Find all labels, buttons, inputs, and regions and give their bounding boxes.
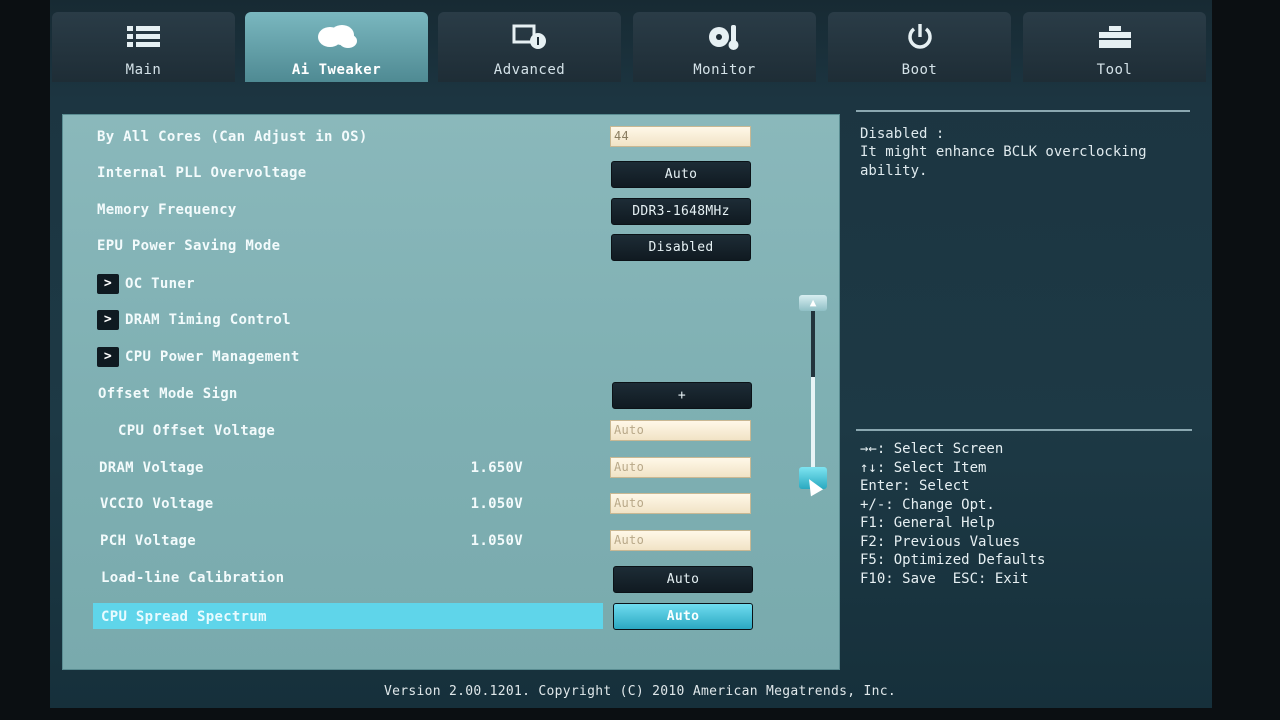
- setting-cpu-offset-voltage[interactable]: CPU Offset Voltage Auto: [63, 417, 839, 447]
- setting-label: CPU Spread Spectrum: [101, 609, 267, 625]
- tab-label: Main: [125, 62, 162, 78]
- key-hint: Enter: Select: [860, 478, 970, 494]
- tab-label: Monitor: [693, 62, 756, 78]
- setting-label: VCCIO Voltage: [100, 496, 214, 512]
- current-reading: 1.650V: [470, 460, 523, 476]
- chevron-right-icon: >: [97, 310, 119, 330]
- tab-tool[interactable]: Tool: [1023, 12, 1206, 82]
- voltage-input[interactable]: Auto: [610, 493, 751, 514]
- option-button[interactable]: Auto: [611, 161, 751, 188]
- thermometer-fan-icon: [633, 20, 816, 54]
- submenu-oc-tuner[interactable]: > OC Tuner: [63, 270, 839, 300]
- help-divider: [856, 110, 1190, 112]
- tab-ai-tweaker[interactable]: Ai Tweaker: [245, 12, 428, 82]
- submenu-cpu-power-management[interactable]: > CPU Power Management: [63, 343, 839, 373]
- scrollbar-thumb[interactable]: [811, 377, 815, 477]
- setting-internal-pll-overvoltage[interactable]: Internal PLL Overvoltage Auto: [63, 159, 839, 189]
- chevron-right-icon: >: [97, 274, 119, 294]
- setting-vccio-voltage[interactable]: VCCIO Voltage 1.050V Auto: [63, 490, 839, 520]
- tab-label: Advanced: [493, 62, 566, 78]
- setting-by-all-cores[interactable]: By All Cores (Can Adjust in OS) 44: [63, 123, 839, 153]
- current-reading: 1.050V: [470, 533, 523, 549]
- tab-monitor[interactable]: Monitor: [633, 12, 816, 82]
- help-line: It might enhance BCLK overclocking: [860, 144, 1147, 160]
- setting-label: Internal PLL Overvoltage: [97, 165, 307, 181]
- ratio-input[interactable]: 44: [610, 126, 751, 147]
- power-icon: [828, 20, 1011, 54]
- key-hint: F10: Save ESC: Exit: [860, 570, 1029, 587]
- setting-pch-voltage[interactable]: PCH Voltage 1.050V Auto: [63, 527, 839, 557]
- tab-boot[interactable]: Boot: [828, 12, 1011, 82]
- arrow-up-icon: ▲: [809, 296, 817, 309]
- tab-label: Ai Tweaker: [291, 62, 382, 78]
- toolbox-icon: [1023, 20, 1206, 54]
- submenu-dram-timing-control[interactable]: > DRAM Timing Control: [63, 306, 839, 336]
- option-button[interactable]: Auto: [613, 566, 753, 593]
- tab-label: Tool: [1096, 62, 1133, 78]
- tab-main[interactable]: Main: [52, 12, 235, 82]
- keys-divider: [856, 429, 1192, 431]
- chevron-right-icon: >: [97, 347, 119, 367]
- submenu-label: DRAM Timing Control: [125, 312, 291, 328]
- setting-epu-power-saving-mode[interactable]: EPU Power Saving Mode Disabled: [63, 232, 839, 262]
- tab-advanced[interactable]: Advanced: [438, 12, 621, 82]
- setting-cpu-spread-spectrum[interactable]: CPU Spread Spectrum Auto: [63, 603, 839, 633]
- submenu-label: OC Tuner: [125, 276, 195, 292]
- scroll-up-button[interactable]: ▲: [799, 295, 827, 311]
- key-hint: +/-: Change Opt.: [860, 496, 995, 513]
- setting-load-line-calibration[interactable]: Load-line Calibration Auto: [63, 564, 839, 594]
- cloud-icon: [245, 20, 428, 54]
- key-hint: →←: Select Screen: [860, 441, 1004, 457]
- setting-label: By All Cores (Can Adjust in OS): [97, 129, 368, 145]
- setting-label: Memory Frequency: [97, 202, 237, 218]
- setting-label: EPU Power Saving Mode: [97, 238, 281, 254]
- option-button[interactable]: DDR3-1648MHz: [611, 198, 751, 225]
- voltage-input[interactable]: Auto: [610, 420, 751, 441]
- current-reading: 1.050V: [470, 496, 523, 512]
- voltage-input[interactable]: Auto: [610, 457, 751, 478]
- version-footer: Version 2.00.1201. Copyright (C) 2010 Am…: [384, 684, 896, 699]
- option-button[interactable]: Disabled: [611, 234, 751, 261]
- setting-label: Offset Mode Sign: [98, 386, 238, 402]
- setting-label: CPU Offset Voltage: [118, 423, 276, 439]
- key-hint: F5: Optimized Defaults: [860, 552, 1046, 568]
- submenu-label: CPU Power Management: [125, 349, 300, 365]
- help-line: ability.: [860, 163, 928, 179]
- setting-label: PCH Voltage: [100, 533, 197, 549]
- setting-offset-mode-sign[interactable]: Offset Mode Sign +: [63, 380, 839, 410]
- help-title: Disabled :: [860, 126, 945, 142]
- key-hint: F2: Previous Values: [860, 533, 1021, 550]
- setting-label: DRAM Voltage: [99, 460, 204, 476]
- setting-dram-voltage[interactable]: DRAM Voltage 1.650V Auto: [63, 454, 839, 484]
- list-icon: [52, 20, 235, 54]
- advanced-settings-icon: [438, 20, 621, 54]
- settings-panel: By All Cores (Can Adjust in OS) 44 Inter…: [62, 114, 840, 670]
- key-legend: →←: Select Screen ↑↓: Select Item Enter:…: [860, 440, 1045, 588]
- tab-label: Boot: [901, 62, 938, 78]
- option-button[interactable]: Auto: [613, 603, 753, 630]
- option-button[interactable]: +: [612, 382, 752, 409]
- setting-label: Load-line Calibration: [101, 570, 285, 586]
- key-hint: ↑↓: Select Item: [860, 459, 987, 476]
- setting-memory-frequency[interactable]: Memory Frequency DDR3-1648MHz: [63, 196, 839, 226]
- key-hint: F1: General Help: [860, 515, 995, 531]
- voltage-input[interactable]: Auto: [610, 530, 751, 551]
